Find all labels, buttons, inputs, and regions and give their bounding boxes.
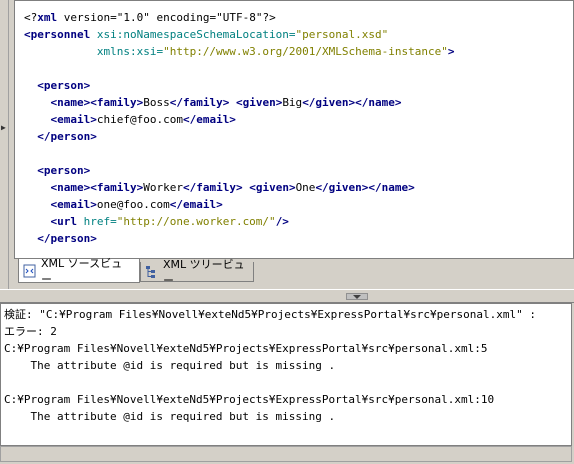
console-line: エラー: 2	[4, 325, 57, 338]
code-token: <email>	[24, 113, 97, 126]
code-token: "UTF-8"	[216, 11, 263, 24]
code-token: xmlns:xsi=	[24, 45, 164, 58]
console-line: The attribute @id is required but is mis…	[4, 410, 336, 423]
code-token: version=	[57, 11, 117, 24]
panel-splitter[interactable]	[0, 289, 574, 303]
code-token: <?	[24, 11, 38, 24]
code-token: />	[275, 215, 289, 228]
tab-label: XML ツリービュー	[163, 257, 245, 287]
code-line: </person>	[24, 230, 454, 247]
code-token: href=	[76, 215, 117, 228]
code-token: <name><family>	[24, 181, 144, 194]
code-token: one@foo.com	[96, 198, 170, 211]
code-token: </given></name>	[315, 181, 415, 194]
code-line: <url href="http://one.worker.com/"/>	[24, 213, 454, 230]
code-token: "http://www.w3.org/2001/XMLSchema-instan…	[163, 45, 448, 58]
code-line: <personnel xsi:noNamespaceSchemaLocation…	[24, 26, 454, 43]
xml-source-icon	[23, 264, 37, 278]
code-line: <name><family>Worker</family> <given>One…	[24, 179, 454, 196]
xml-tree-icon	[145, 265, 159, 279]
code-token: <given>	[249, 181, 296, 194]
code-token: <given>	[235, 96, 283, 109]
code-token: </email>	[169, 198, 223, 211]
code-token: >	[447, 45, 455, 58]
console-line: C:¥Program Files¥Novell¥exteNd5¥Projects…	[4, 393, 495, 406]
tab-xml-tree-view[interactable]: XML ツリービュー	[140, 258, 254, 287]
code-token: <person>	[24, 164, 91, 177]
code-token: <person>	[24, 79, 91, 92]
code-token: One	[295, 181, 316, 194]
collapse-arrow-icon[interactable]	[346, 293, 368, 300]
code-token: </given></name>	[302, 96, 402, 109]
code-line: </person>	[24, 128, 454, 145]
code-token: </email>	[182, 113, 236, 126]
code-token: encoding=	[149, 11, 217, 24]
left-panel-collapse-bar[interactable]: ▶	[0, 0, 9, 290]
code-token: "http://one.worker.com/"	[116, 215, 276, 228]
tab-xml-source-view[interactable]: XML ソースビュー	[18, 257, 140, 286]
code-token: xml	[37, 11, 58, 24]
code-token: <email>	[24, 198, 97, 211]
view-tabs: XML ソースビュー XML ツリービュー	[14, 257, 574, 287]
code-line: <person>	[24, 77, 454, 94]
validation-output-console[interactable]: 検証: "C:¥Program Files¥Novell¥exteNd5¥Pro…	[0, 303, 572, 446]
code-line: xmlns:xsi="http://www.w3.org/2001/XMLSch…	[24, 43, 455, 60]
code-token: </family>	[169, 96, 230, 109]
xml-source-code[interactable]: <?xml version="1.0" encoding="UTF-8"?> <p…	[24, 9, 454, 247]
code-token: Boss	[143, 96, 170, 109]
code-token: </person>	[24, 232, 97, 245]
code-line: <email>chief@foo.com</email>	[24, 111, 454, 128]
code-line: <name><family>Boss</family> <given>Big</…	[24, 94, 454, 111]
console-line: 検証: "C:¥Program Files¥Novell¥exteNd5¥Pro…	[4, 308, 536, 321]
expand-arrow-icon[interactable]: ▶	[1, 124, 6, 132]
xml-editor[interactable]: <?xml version="1.0" encoding="UTF-8"?> <p…	[14, 0, 574, 259]
code-token: <name><family>	[24, 96, 144, 109]
console-line: C:¥Program Files¥Novell¥exteNd5¥Projects…	[4, 342, 488, 355]
code-token: <url	[24, 215, 77, 228]
code-token: </person>	[24, 130, 97, 143]
tab-label: XML ソースビュー	[41, 256, 123, 286]
code-line: <email>one@foo.com</email>	[24, 196, 454, 213]
console-line: The attribute @id is required but is mis…	[4, 359, 336, 372]
code-token: ?>	[262, 11, 276, 24]
code-token: "1.0"	[116, 11, 150, 24]
code-token: </family>	[182, 181, 243, 194]
console-output-text: 検証: "C:¥Program Files¥Novell¥exteNd5¥Pro…	[4, 306, 536, 425]
code-token: xsi:noNamespaceSchemaLocation=	[90, 28, 296, 41]
code-line: <?xml version="1.0" encoding="UTF-8"?>	[24, 9, 454, 26]
code-token: Worker	[143, 181, 183, 194]
code-token: chief@foo.com	[96, 113, 183, 126]
code-token: Big	[282, 96, 303, 109]
code-token: <personnel	[24, 28, 91, 41]
horizontal-scrollbar[interactable]	[0, 446, 572, 462]
code-line: <person>	[24, 162, 454, 179]
code-token: "personal.xsd"	[295, 28, 389, 41]
